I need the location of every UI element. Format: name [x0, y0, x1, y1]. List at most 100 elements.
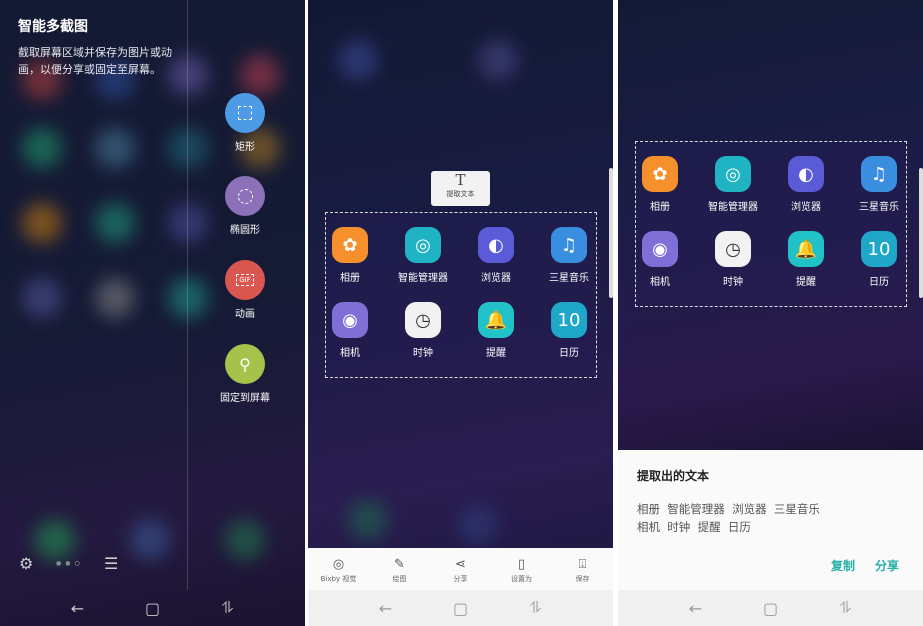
- app-label: 三星音乐: [549, 273, 589, 284]
- blurred-app-icon: [95, 128, 135, 168]
- toolbar-set-as-button[interactable]: ▯ 设置为: [494, 557, 549, 584]
- toolbar-label: Bixby 视觉: [320, 574, 357, 583]
- recent-apps-icon[interactable]: ⥮: [506, 598, 566, 618]
- app-label: 浏览器: [791, 202, 821, 213]
- blurred-app-icon: [95, 278, 135, 318]
- blurred-app-icon: [22, 128, 62, 168]
- music-icon: ♫: [551, 227, 587, 263]
- app-label: 相册: [340, 273, 360, 284]
- app-browser[interactable]: ◐ 浏览器: [461, 227, 531, 284]
- blurred-app-icon: [22, 278, 62, 318]
- camera-icon: ◉: [642, 231, 678, 267]
- gallery-icon: ✿: [332, 227, 368, 263]
- back-icon[interactable]: ←: [356, 599, 416, 618]
- navigation-bar: ← ▢ ⥮: [308, 590, 613, 626]
- reminder-icon: 🔔: [478, 302, 514, 338]
- toolbar-eye-button[interactable]: ◎ Bixby 视觉: [311, 557, 366, 584]
- blurred-app-icon: [95, 203, 135, 243]
- blurred-app-icon: [130, 520, 170, 560]
- extracted-text-sheet: 提取出的文本 相册 智能管理器 浏览器 三星音乐 相机 时钟 提醒 日历 复制 …: [618, 450, 923, 590]
- mode-pin-to-screen[interactable]: ⚲ 固定到屏幕: [220, 344, 270, 404]
- app-clock[interactable]: ◷ 时钟: [388, 302, 458, 359]
- pin-icon: ⚲: [225, 344, 265, 384]
- copy-button[interactable]: 复制: [831, 557, 855, 574]
- recent-apps-icon[interactable]: ⥮: [816, 598, 876, 618]
- eye-icon: ◎: [332, 556, 345, 572]
- toolbar-save-button[interactable]: ⍗ 保存: [555, 557, 610, 584]
- app-camera: ◉ 相机: [625, 231, 695, 288]
- blurred-app-icon: [240, 55, 280, 95]
- app-reminder: 🔔 提醒: [771, 231, 841, 288]
- smart-manager-icon: ◎: [715, 156, 751, 192]
- app-gallery[interactable]: ✿ 相册: [315, 227, 385, 284]
- app-calendar[interactable]: 10 日历: [534, 302, 604, 359]
- home-icon[interactable]: ▢: [431, 599, 491, 618]
- toolbar-label: 分享: [453, 574, 468, 583]
- clock-icon: ◷: [715, 231, 751, 267]
- app-label: 相机: [340, 348, 360, 359]
- settings-gear-icon[interactable]: ⚙: [19, 554, 33, 573]
- panel-description: 截取屏幕区域并保存为图片或动画，以便分享或固定至屏幕。: [18, 46, 172, 76]
- blurred-app-icon: [458, 505, 498, 545]
- panel-title: 智能多截图: [18, 19, 88, 35]
- app-label: 相机: [650, 277, 670, 288]
- app-smart-manager: ◎ 智能管理器: [698, 156, 768, 213]
- clock-icon: ◷: [405, 302, 441, 338]
- page-indicator: ●●○: [56, 560, 84, 567]
- blurred-app-icon: [35, 520, 75, 560]
- app-smart-manager[interactable]: ◎ 智能管理器: [388, 227, 458, 284]
- capture-toolbar: ◎ Bixby 视觉 ✎ 绘图 ⋖ 分享 ▯ 设置为 ⍗ 保存: [308, 548, 613, 590]
- app-label: 智能管理器: [398, 273, 448, 284]
- smart-select-panel: 智能多截图 截取屏幕区域并保存为图片或动画，以便分享或固定至屏幕。 矩形 椭圆形…: [0, 0, 305, 626]
- app-clock: ◷ 时钟: [698, 231, 768, 288]
- selection-region: ✿ 相册 ◎ 智能管理器 ◐ 浏览器 ♫ 三星音乐 ◉ 相机 ◷ 时钟 🔔 提醒 10 日历: [635, 141, 907, 307]
- app-label: 三星音乐: [859, 202, 899, 213]
- selection-region[interactable]: ✿ 相册 ◎ 智能管理器 ◐ 浏览器 ♫ 三星音乐 ◉ 相机 ◷ 时钟 🔔 提醒 10 日历: [325, 212, 597, 378]
- save-icon: ⍗: [578, 556, 587, 572]
- reminder-icon: 🔔: [788, 231, 824, 267]
- app-browser: ◐ 浏览器: [771, 156, 841, 213]
- menu-icon[interactable]: ☰: [104, 554, 118, 573]
- gallery-icon: ✿: [642, 156, 678, 192]
- app-label: 时钟: [413, 348, 433, 359]
- mode-rectangle[interactable]: 矩形: [220, 93, 270, 153]
- back-icon[interactable]: ←: [48, 599, 108, 618]
- app-music[interactable]: ♫ 三星音乐: [534, 227, 604, 284]
- toolbar-pen-button[interactable]: ✎ 绘图: [372, 557, 427, 584]
- extracted-text-line: 相册 智能管理器 浏览器 三星音乐: [637, 502, 820, 516]
- home-icon[interactable]: ▢: [741, 599, 801, 618]
- app-label: 日历: [869, 277, 889, 288]
- share-button[interactable]: 分享: [875, 557, 899, 574]
- mode-oval[interactable]: 椭圆形: [220, 176, 270, 236]
- capture-edit-panel: T 提取文本 ✿ 相册 ◎ 智能管理器 ◐ 浏览器 ♫ 三星音乐 ◉ 相机 ◷ 时钟 🔔 提醒 10 日历 ◎…: [308, 0, 613, 626]
- browser-icon: ◐: [478, 227, 514, 263]
- share-icon: ⋖: [455, 556, 466, 572]
- back-icon[interactable]: ←: [666, 599, 726, 618]
- extract-text-label: 提取文本: [446, 190, 475, 198]
- app-reminder[interactable]: 🔔 提醒: [461, 302, 531, 359]
- extracted-text-line: 相机 时钟 提醒 日历: [637, 520, 751, 534]
- mode-label: 固定到屏幕: [220, 393, 270, 404]
- extract-text-button[interactable]: T 提取文本: [431, 171, 490, 206]
- toolbar-label: 保存: [575, 574, 590, 583]
- app-camera[interactable]: ◉ 相机: [315, 302, 385, 359]
- gif-icon: GIF: [225, 260, 265, 300]
- calendar-icon: 10: [551, 302, 587, 338]
- rectangle-select-icon: [225, 93, 265, 133]
- mode-animation[interactable]: GIF 动画: [220, 260, 270, 320]
- app-label: 提醒: [486, 348, 506, 359]
- edge-handle[interactable]: [609, 168, 613, 298]
- mode-label: 矩形: [235, 142, 255, 153]
- toolbar-share-button[interactable]: ⋖ 分享: [433, 557, 488, 584]
- app-label: 提醒: [796, 277, 816, 288]
- recent-apps-icon[interactable]: ⥮: [198, 598, 258, 618]
- home-icon[interactable]: ▢: [123, 599, 183, 618]
- set-as-icon: ▯: [517, 556, 526, 572]
- app-calendar: 10 日历: [844, 231, 914, 288]
- blurred-app-icon: [338, 40, 378, 80]
- sheet-title: 提取出的文本: [637, 469, 710, 483]
- app-label: 相册: [650, 202, 670, 213]
- edge-handle[interactable]: [919, 168, 923, 298]
- extracted-text[interactable]: 相册 智能管理器 浏览器 三星音乐 相机 时钟 提醒 日历: [637, 500, 820, 536]
- oval-select-icon: [225, 176, 265, 216]
